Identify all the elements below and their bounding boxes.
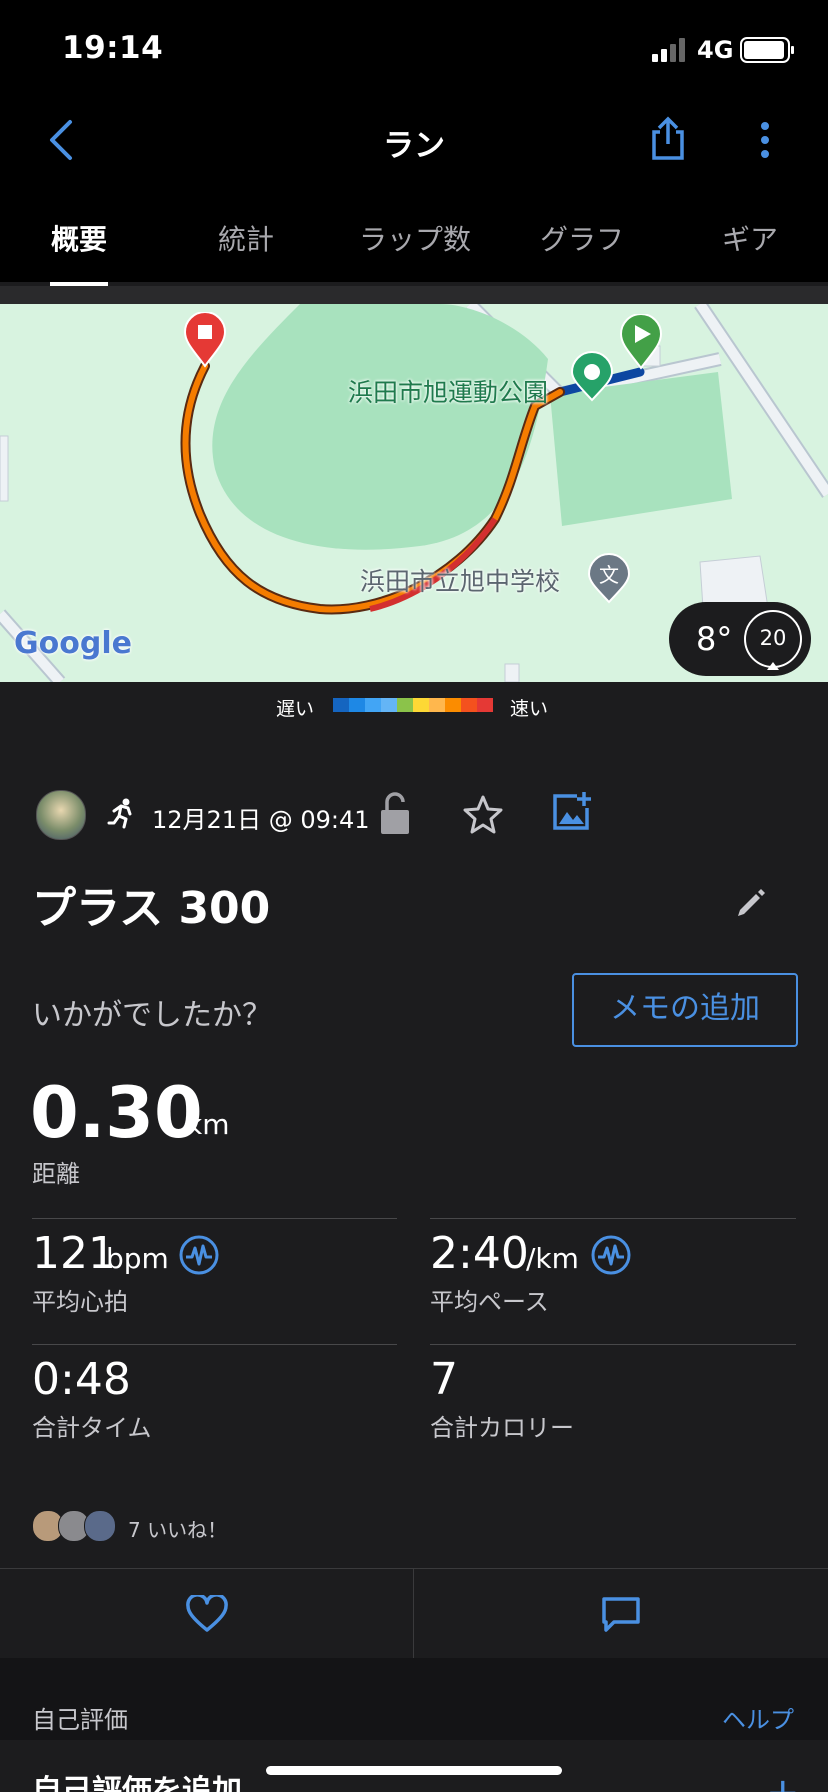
comment-icon: [602, 1597, 640, 1632]
home-indicator: [266, 1766, 562, 1775]
help-link[interactable]: ヘルプ: [722, 1700, 794, 1735]
park-poi-label: 浜田市旭運動公園: [348, 378, 549, 407]
pace-color-swatch: [429, 698, 445, 712]
running-icon: [106, 797, 138, 829]
end-marker-icon[interactable]: [183, 311, 227, 368]
pace-color-swatch: [413, 698, 429, 712]
page-title: ラン: [383, 128, 445, 164]
signal-icon: [652, 38, 688, 62]
tab-laps[interactable]: ラップ数: [345, 218, 485, 258]
distance-unit: km: [186, 1108, 230, 1141]
status-time: 19:14: [62, 30, 164, 66]
route-map[interactable]: 浜田市旭運動公園 文 浜田市立旭中学校 Google 8° 20: [0, 304, 828, 682]
add-self-eval-label: 自己評価を追加: [32, 1774, 242, 1792]
avg-hr-value: 121: [32, 1228, 116, 1279]
pace-color-swatch: [333, 698, 349, 712]
weather-temp: 8°: [696, 620, 733, 658]
start-marker-icon[interactable]: [619, 313, 663, 370]
liker-avatars[interactable]: [32, 1510, 118, 1542]
avg-pace-unit: /km: [526, 1242, 579, 1275]
svg-text:文: 文: [599, 563, 619, 587]
divider: [32, 1344, 397, 1345]
add-photo-icon[interactable]: [551, 790, 593, 832]
pace-color-swatch: [349, 698, 365, 712]
pace-color-bar: [333, 698, 493, 712]
pace-legend-slow: 遅い: [276, 698, 315, 720]
pace-legend-fast: 速い: [510, 698, 549, 720]
avg-pace-value: 2:40: [430, 1228, 529, 1279]
self-eval-label: 自己評価: [32, 1706, 128, 1734]
calories-label: 合計カロリー: [430, 1414, 574, 1442]
pace-color-swatch: [461, 698, 477, 712]
divider: [32, 1218, 397, 1219]
total-time-value: 0:48: [32, 1354, 131, 1405]
pace-color-swatch: [477, 698, 493, 712]
feeling-prompt: いかがでしたか？: [32, 998, 272, 1033]
activity-title: プラス 300: [32, 883, 271, 934]
hr-info-icon[interactable]: [178, 1234, 220, 1276]
pace-color-swatch: [381, 698, 397, 712]
total-time-label: 合計タイム: [32, 1414, 152, 1442]
avg-hr-unit: bpm: [106, 1242, 169, 1275]
wind-speed: 20: [759, 626, 787, 650]
share-icon[interactable]: [648, 116, 688, 162]
tab-stats[interactable]: 統計: [176, 218, 316, 258]
pace-color-swatch: [445, 698, 461, 712]
divider: [430, 1218, 796, 1219]
more-options-icon[interactable]: [755, 120, 775, 160]
comment-button[interactable]: [414, 1569, 828, 1658]
like-button[interactable]: [0, 1569, 414, 1658]
distance-label: 距離: [32, 1160, 80, 1188]
map-attribution: Google: [14, 626, 132, 661]
heart-icon: [186, 1595, 228, 1632]
avg-hr-label: 平均心拍: [32, 1288, 128, 1316]
tab-overview[interactable]: 概要: [9, 218, 149, 258]
add-note-button[interactable]: メモの追加: [572, 973, 798, 1047]
battery-icon: [740, 36, 796, 64]
network-label: 4G: [697, 36, 734, 64]
calories-value: 7: [430, 1354, 458, 1405]
avatar[interactable]: [36, 790, 86, 840]
pace-info-icon[interactable]: [590, 1234, 632, 1276]
favorite-star-icon[interactable]: [462, 794, 504, 834]
pace-color-swatch: [397, 698, 413, 712]
likes-count[interactable]: 7 いいね！: [128, 1514, 227, 1543]
avg-pace-label: 平均ペース: [430, 1288, 549, 1316]
edit-title-icon[interactable]: [734, 884, 768, 918]
park-poi-icon[interactable]: [569, 350, 615, 402]
privacy-lock-icon[interactable]: [378, 790, 412, 836]
divider: [0, 286, 828, 304]
activity-date: 12月21日 @ 09:41: [152, 806, 370, 834]
school-poi-icon[interactable]: 文: [586, 552, 632, 604]
tab-graph[interactable]: グラフ: [512, 218, 652, 258]
tab-gear[interactable]: ギア: [680, 218, 820, 258]
pace-color-swatch: [365, 698, 381, 712]
distance-value: 0.30: [30, 1072, 203, 1154]
add-icon[interactable]: +: [766, 1770, 800, 1792]
school-poi-label: 浜田市立旭中学校: [360, 567, 561, 596]
divider: [430, 1344, 796, 1345]
